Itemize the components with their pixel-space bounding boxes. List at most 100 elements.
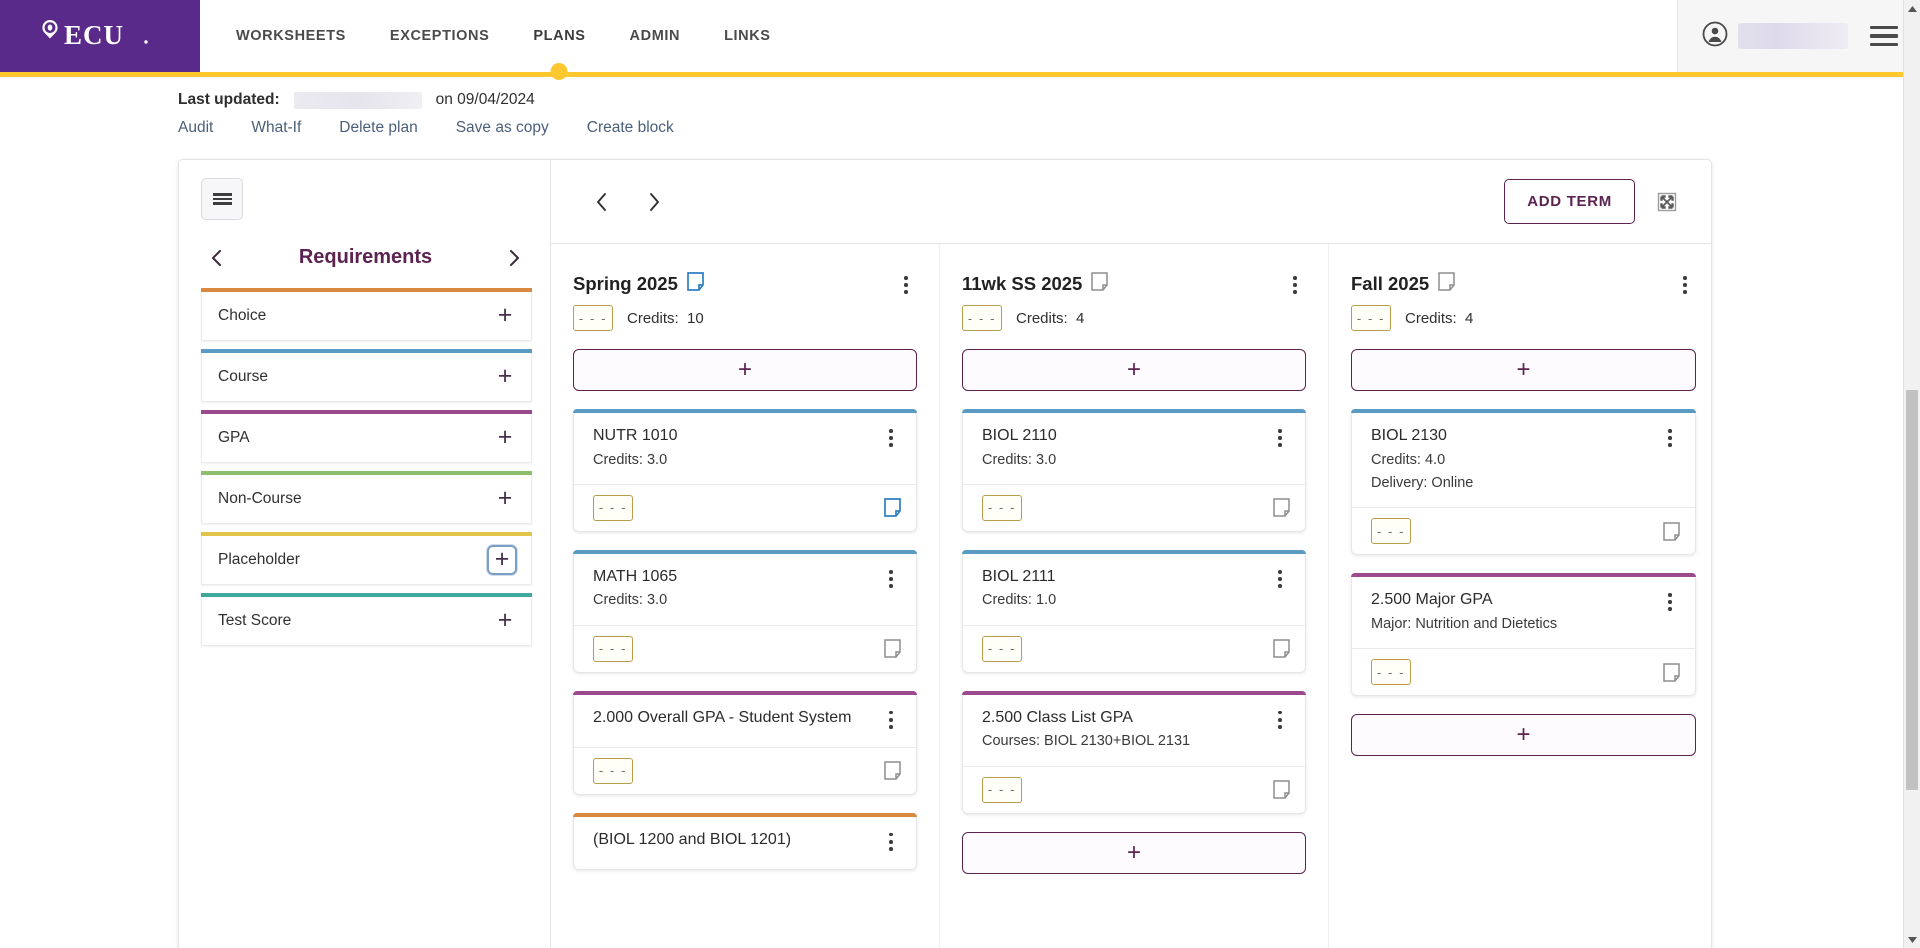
add-requirement-button-bottom[interactable]: +	[962, 831, 1306, 874]
term-title: Spring 2025	[573, 273, 678, 294]
chevron-right-icon[interactable]	[637, 185, 671, 219]
term-status-box[interactable]: - - -	[1351, 305, 1391, 331]
user-circle-icon	[1702, 21, 1728, 52]
kebab-menu-icon[interactable]	[1269, 707, 1291, 733]
plan-card[interactable]: 2.500 Major GPA Major: Nutrition and Die…	[1351, 573, 1696, 697]
card-status-box[interactable]: - - -	[593, 494, 633, 521]
note-icon[interactable]	[1663, 521, 1680, 541]
plus-icon[interactable]: +	[487, 544, 517, 575]
term-credits: Credits: 4	[1016, 310, 1084, 327]
note-icon[interactable]	[884, 639, 901, 659]
note-icon[interactable]	[1273, 498, 1290, 518]
plus-icon[interactable]: +	[493, 425, 517, 450]
kebab-menu-icon[interactable]	[880, 566, 902, 592]
note-icon[interactable]	[884, 498, 901, 518]
term-status-box[interactable]: - - -	[573, 305, 613, 331]
plus-icon[interactable]: +	[493, 303, 517, 328]
note-icon[interactable]	[687, 272, 704, 296]
requirement-item-course[interactable]: Course +	[201, 349, 532, 402]
term-column-fall-2025: Fall 2025 - - - Credits: 4 + BIOL 2130 C…	[1329, 244, 1711, 948]
plan-card[interactable]: 2.000 Overall GPA - Student System - - -	[573, 690, 917, 795]
create-block-link[interactable]: Create block	[587, 119, 712, 137]
card-status-box[interactable]: - - -	[1371, 659, 1411, 686]
add-requirement-button[interactable]: +	[573, 349, 917, 391]
plan-card[interactable]: MATH 1065 Credits: 3.0 - - -	[573, 549, 917, 673]
requirement-label: Non-Course	[218, 489, 302, 507]
plus-icon[interactable]: +	[493, 364, 517, 389]
credits-value: 4	[1076, 309, 1085, 327]
kebab-menu-icon[interactable]	[1284, 272, 1306, 298]
nav-item-links[interactable]: LINKS	[702, 0, 793, 72]
note-icon[interactable]	[1663, 662, 1680, 682]
kebab-menu-icon[interactable]	[880, 425, 902, 451]
kebab-menu-icon[interactable]	[880, 707, 902, 733]
chevron-left-icon[interactable]	[207, 247, 227, 269]
plus-icon[interactable]: +	[493, 608, 517, 633]
plan-card[interactable]: 2.500 Class List GPA Courses: BIOL 2130+…	[962, 690, 1306, 814]
save-as-copy-link[interactable]: Save as copy	[456, 119, 587, 137]
user-account-menu[interactable]	[1702, 21, 1848, 52]
ecu-logo[interactable]: ECU	[0, 0, 200, 72]
hamburger-icon[interactable]	[1870, 25, 1898, 47]
plan-card[interactable]: (BIOL 1200 and BIOL 1201)	[573, 812, 917, 870]
plan-card[interactable]: BIOL 2111 Credits: 1.0 - - -	[962, 549, 1306, 673]
panel-toggle-hamburger-icon[interactable]	[201, 178, 243, 220]
kebab-menu-icon[interactable]	[1659, 425, 1681, 451]
requirement-item-gpa[interactable]: GPA +	[201, 410, 532, 463]
add-requirement-button[interactable]: +	[1351, 349, 1696, 391]
card-subtitle: Credits: 3.0	[982, 451, 1057, 468]
triangle-up-icon[interactable]	[1904, 0, 1920, 17]
requirement-label: Test Score	[218, 611, 292, 629]
plus-icon[interactable]: +	[493, 486, 517, 511]
plan-card[interactable]: NUTR 1010 Credits: 3.0 - - -	[573, 409, 917, 532]
top-navigation-bar: ECU WORKSHEETS EXCEPTIONS PLANS ADMIN LI…	[0, 0, 1920, 72]
add-term-button[interactable]: ADD TERM	[1504, 179, 1635, 224]
note-icon[interactable]	[1273, 639, 1290, 659]
nav-item-plans[interactable]: PLANS	[511, 0, 607, 72]
triangle-down-icon[interactable]	[1904, 931, 1920, 948]
add-requirement-button[interactable]: +	[962, 349, 1306, 391]
note-icon[interactable]	[1273, 780, 1290, 799]
term-column-spring-2025: Spring 2025 - - - Credits: 10 + NUTR 101…	[551, 244, 940, 948]
card-status-box[interactable]: - - -	[982, 635, 1022, 662]
kebab-menu-icon[interactable]	[1269, 566, 1291, 592]
nav-item-exceptions[interactable]: EXCEPTIONS	[368, 0, 511, 72]
term-header: 11wk SS 2025 - - - Credits: 4	[962, 272, 1306, 331]
note-icon[interactable]	[884, 761, 901, 781]
kebab-menu-icon[interactable]	[895, 272, 917, 298]
terms-panel: ADD TERM Spring 2025 - - - Credits: 10 +…	[551, 160, 1711, 948]
nav-item-admin[interactable]: ADMIN	[608, 0, 703, 72]
kebab-menu-icon[interactable]	[1674, 272, 1696, 298]
requirement-item-test-score[interactable]: Test Score +	[201, 593, 532, 646]
plan-card[interactable]: BIOL 2130 Credits: 4.0 Delivery: Online …	[1351, 408, 1696, 556]
plan-card[interactable]: BIOL 2110 Credits: 3.0 - - -	[962, 409, 1306, 532]
expand-arrows-icon[interactable]	[1653, 188, 1681, 216]
audit-link[interactable]: Audit	[178, 119, 251, 137]
requirement-item-non-course[interactable]: Non-Course +	[201, 471, 532, 524]
kebab-menu-icon[interactable]	[1659, 589, 1681, 615]
add-requirement-button-bottom[interactable]: +	[1351, 714, 1696, 757]
chevron-right-icon[interactable]	[504, 247, 524, 269]
nav-right-cluster	[1677, 0, 1920, 72]
note-icon[interactable]	[1438, 272, 1455, 296]
chevron-left-icon[interactable]	[585, 185, 619, 219]
kebab-menu-icon[interactable]	[1269, 425, 1291, 451]
last-updated-label: Last updated:	[178, 91, 280, 108]
what-if-link[interactable]: What-If	[251, 119, 339, 137]
requirement-item-placeholder[interactable]: Placeholder +	[201, 532, 532, 585]
note-icon[interactable]	[1091, 272, 1109, 296]
term-status-box[interactable]: - - -	[962, 305, 1002, 331]
page-scrollbar[interactable]	[1903, 0, 1920, 948]
card-status-box[interactable]: - - -	[982, 494, 1022, 521]
delete-plan-link[interactable]: Delete plan	[339, 119, 455, 137]
requirement-item-choice[interactable]: Choice +	[201, 288, 532, 341]
card-status-box[interactable]: - - -	[593, 757, 633, 784]
scrollbar-thumb[interactable]	[1906, 390, 1918, 790]
requirements-panel: Requirements Choice + Course + GPA + Non…	[179, 160, 551, 948]
card-status-box[interactable]: - - -	[1371, 518, 1411, 545]
card-subtitle: Credits: 4.0	[1371, 451, 1446, 468]
card-status-box[interactable]: - - -	[982, 776, 1022, 803]
nav-item-worksheets[interactable]: WORKSHEETS	[214, 0, 368, 72]
card-status-box[interactable]: - - -	[593, 635, 633, 662]
kebab-menu-icon[interactable]	[880, 829, 902, 855]
